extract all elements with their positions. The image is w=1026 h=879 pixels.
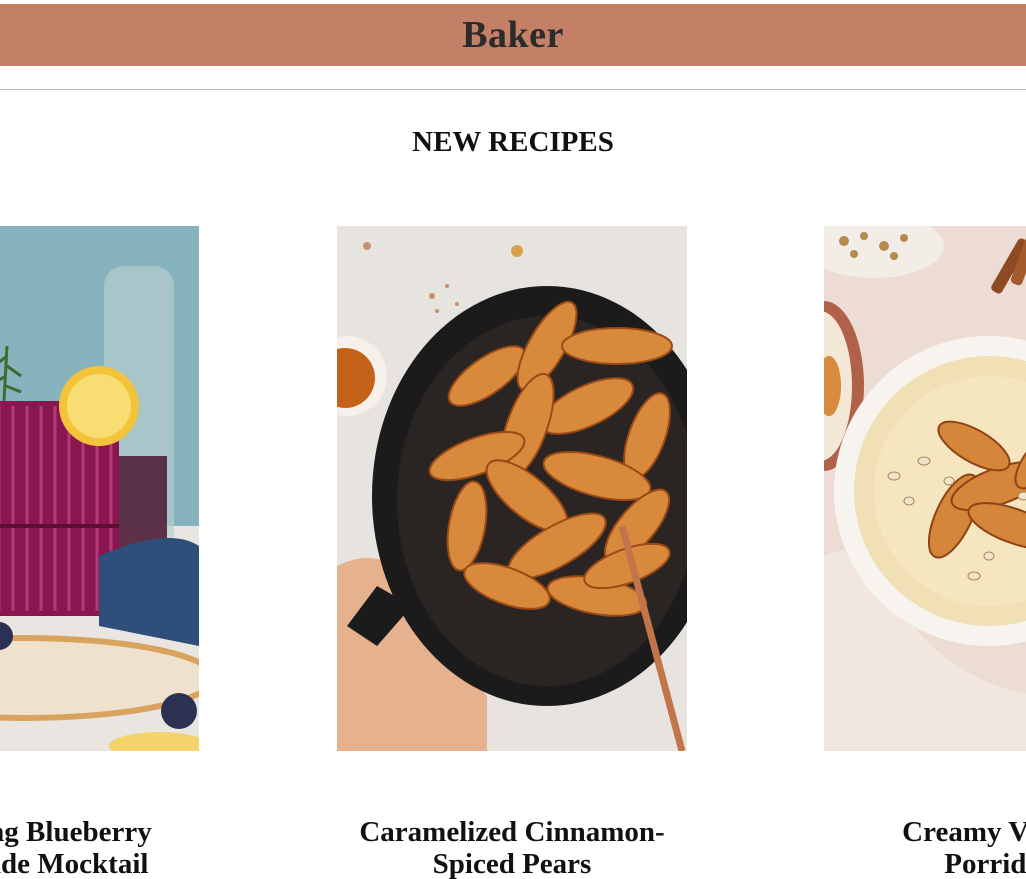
recipe-card-2[interactable]: Caramelized Cinnamon- Spiced Pears (337, 226, 687, 879)
recipe-title[interactable]: Sparkling Blueberry Lemonade Mocktail (0, 816, 239, 879)
recipe-card-1[interactable]: Sparkling Blueberry Lemonade Mocktail (0, 226, 199, 879)
recipe-title-line: Creamy Vanilla (902, 816, 1026, 848)
recipe-title-line: Porridge (944, 848, 1026, 879)
site-title[interactable]: Baker (462, 13, 564, 57)
blueberry-mocktail-photo[interactable] (0, 226, 199, 751)
caramelized-pears-photo[interactable] (337, 226, 687, 751)
recipe-title-line: Spiced Pears (432, 848, 592, 879)
recipe-title[interactable]: Creamy Vanilla Porridge (784, 816, 1026, 879)
header-divider (0, 89, 1026, 90)
recipe-card-3[interactable]: Creamy Vanilla Porridge (824, 226, 1026, 879)
recipe-title-line: Lemonade Mocktail (0, 848, 149, 879)
page-viewport: Baker NEW RECIPES g Blueberry de Mocktai… (0, 0, 1026, 879)
recipe-title[interactable]: Caramelized Cinnamon- Spiced Pears (297, 816, 727, 879)
site-header: Baker (0, 4, 1026, 66)
section-title: NEW RECIPES (412, 126, 614, 158)
vanilla-porridge-photo[interactable] (824, 226, 1026, 751)
recipe-title-line: Caramelized Cinnamon- (359, 816, 665, 848)
recipe-title-line: Sparkling Blueberry (0, 816, 152, 848)
